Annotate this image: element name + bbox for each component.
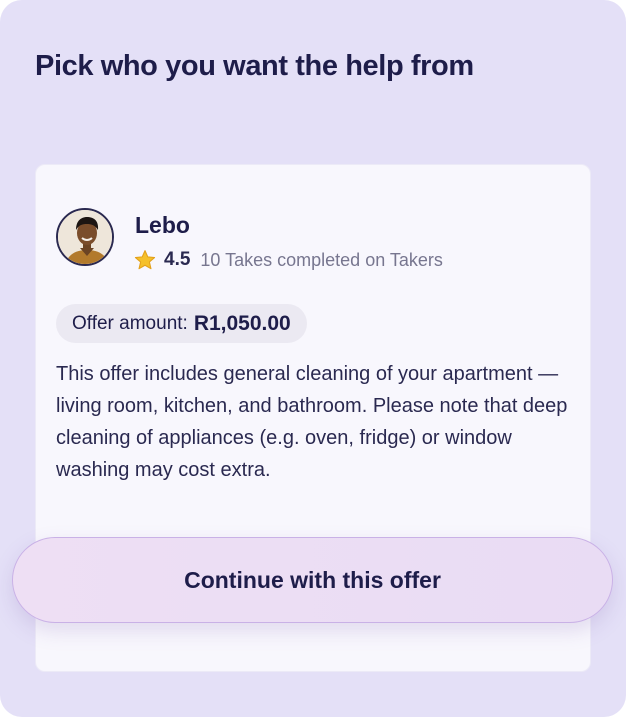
rating-row: 4.5 10 Takes completed on Takers [134,247,443,273]
star-icon [134,250,156,270]
offer-selection-panel: Pick who you want the help from Lebo 4.5… [0,0,626,717]
offer-description: This offer includes general cleaning of … [56,363,568,481]
page-title: Pick who you want the help from [35,50,474,82]
provider-name: Lebo [135,212,190,238]
avatar [56,208,114,266]
offer-amount-badge: Offer amount: R1,050.00 [56,304,307,343]
rating-value: 4.5 [164,249,191,270]
offer-amount-label: Offer amount: [72,312,188,334]
offer-amount-value: R1,050.00 [193,311,291,335]
continue-with-offer-button[interactable]: Continue with this offer [12,537,613,623]
provider-photo [58,210,112,264]
takes-completed: 10 Takes completed on Takers [200,249,443,270]
